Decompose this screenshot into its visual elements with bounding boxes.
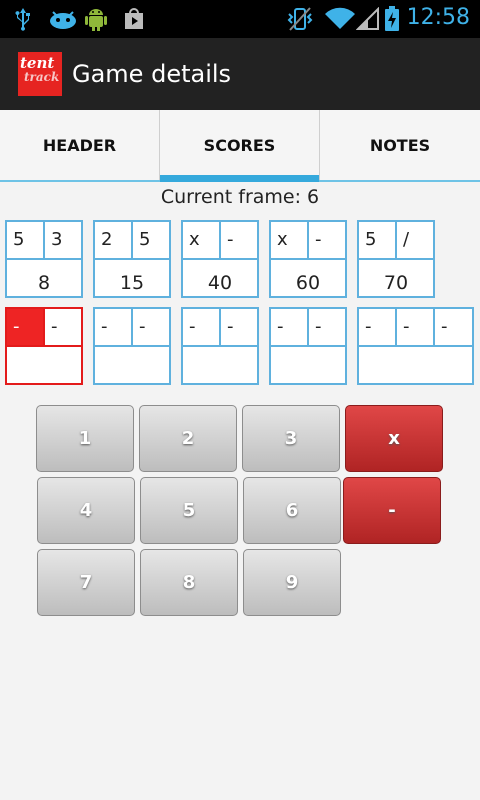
signal-icon bbox=[356, 6, 380, 32]
key-2-button[interactable]: 2 bbox=[139, 405, 237, 472]
frame-1-roll-2[interactable]: 3 bbox=[45, 222, 81, 260]
status-bar: 12:58 bbox=[0, 0, 480, 38]
frame-10-roll-1[interactable]: - bbox=[359, 309, 397, 347]
frame-2-total: 15 bbox=[119, 272, 145, 294]
tab-scores[interactable]: SCORES bbox=[160, 110, 320, 182]
frame-8-roll-1[interactable]: - bbox=[183, 309, 221, 347]
tab-notes-label: NOTES bbox=[369, 135, 431, 155]
frame-7-roll-1[interactable]: - bbox=[95, 309, 133, 347]
tab-scores-label: SCORES bbox=[203, 135, 276, 155]
frame-3-total: 40 bbox=[207, 272, 233, 294]
action-bar: tent track Game details bbox=[0, 38, 480, 110]
frame-5-total: 70 bbox=[383, 272, 409, 294]
play-store-icon bbox=[122, 6, 146, 32]
tab-selected-indicator bbox=[160, 175, 319, 182]
frame-10-roll-3[interactable]: - bbox=[435, 309, 472, 347]
frame-6-total bbox=[7, 347, 81, 383]
key-7-button[interactable]: 7 bbox=[37, 549, 135, 616]
key-8-button[interactable]: 8 bbox=[140, 549, 238, 616]
key-4-button[interactable]: 4 bbox=[37, 477, 135, 544]
key-1-button[interactable]: 1 bbox=[36, 405, 134, 472]
frame-1-total: 8 bbox=[37, 272, 51, 294]
frame-6[interactable]: - - bbox=[5, 307, 83, 385]
frame-8-total bbox=[183, 347, 257, 383]
tab-notes[interactable]: NOTES bbox=[320, 110, 480, 180]
status-time: 12:58 bbox=[406, 5, 470, 30]
tab-bar: HEADER SCORES NOTES bbox=[0, 110, 480, 182]
frame-9-roll-1[interactable]: - bbox=[271, 309, 309, 347]
frame-2-roll-2[interactable]: 5 bbox=[133, 222, 169, 260]
miss-button[interactable]: - bbox=[343, 477, 441, 544]
key-6-button[interactable]: 6 bbox=[243, 477, 341, 544]
tab-header-label: HEADER bbox=[42, 135, 117, 155]
frame-4-roll-2[interactable]: - bbox=[309, 222, 345, 260]
frame-10-total bbox=[359, 347, 472, 383]
frame-9[interactable]: - - bbox=[269, 307, 347, 385]
page-title: Game details bbox=[72, 60, 232, 88]
frame-1-roll-1[interactable]: 5 bbox=[7, 222, 45, 260]
strike-button[interactable]: x bbox=[345, 405, 443, 472]
frame-5-roll-1[interactable]: 5 bbox=[359, 222, 397, 260]
frame-8[interactable]: - - bbox=[181, 307, 259, 385]
frame-10[interactable]: - - - bbox=[357, 307, 474, 385]
frame-9-roll-2[interactable]: - bbox=[309, 309, 345, 347]
frame-7[interactable]: - - bbox=[93, 307, 171, 385]
usb-icon bbox=[14, 6, 32, 32]
frame-4-total: 60 bbox=[295, 272, 321, 294]
wifi-icon bbox=[324, 6, 356, 32]
frame-7-roll-2[interactable]: - bbox=[133, 309, 169, 347]
vibrate-icon bbox=[286, 6, 314, 32]
key-3-button[interactable]: 3 bbox=[242, 405, 340, 472]
app-logo[interactable]: tent track bbox=[18, 52, 62, 96]
logo-text-line2: track bbox=[24, 70, 60, 84]
battery-charging-icon bbox=[384, 6, 400, 32]
frame-3-roll-2[interactable]: - bbox=[221, 222, 257, 260]
frame-4-roll-1[interactable]: x bbox=[271, 222, 309, 260]
frame-5-roll-2[interactable]: / bbox=[397, 222, 433, 260]
frame-10-roll-2[interactable]: - bbox=[397, 309, 435, 347]
frame-4[interactable]: x - 60 bbox=[269, 220, 347, 298]
frame-9-total bbox=[271, 347, 345, 383]
frame-1[interactable]: 5 3 8 bbox=[5, 220, 83, 298]
frame-2-roll-1[interactable]: 2 bbox=[95, 222, 133, 260]
android-debug-icon bbox=[48, 6, 78, 32]
frame-3[interactable]: x - 40 bbox=[181, 220, 259, 298]
tab-header[interactable]: HEADER bbox=[0, 110, 160, 180]
frame-2[interactable]: 2 5 15 bbox=[93, 220, 171, 298]
android-icon bbox=[84, 6, 108, 32]
frame-6-roll-1[interactable]: - bbox=[7, 309, 45, 347]
current-frame-label: Current frame: 6 bbox=[160, 186, 320, 208]
frame-7-total bbox=[95, 347, 169, 383]
frame-8-roll-2[interactable]: - bbox=[221, 309, 257, 347]
key-9-button[interactable]: 9 bbox=[243, 549, 341, 616]
frame-5[interactable]: 5 / 70 bbox=[357, 220, 435, 298]
frame-3-roll-1[interactable]: x bbox=[183, 222, 221, 260]
frame-6-roll-2[interactable]: - bbox=[45, 309, 81, 347]
key-5-button[interactable]: 5 bbox=[140, 477, 238, 544]
